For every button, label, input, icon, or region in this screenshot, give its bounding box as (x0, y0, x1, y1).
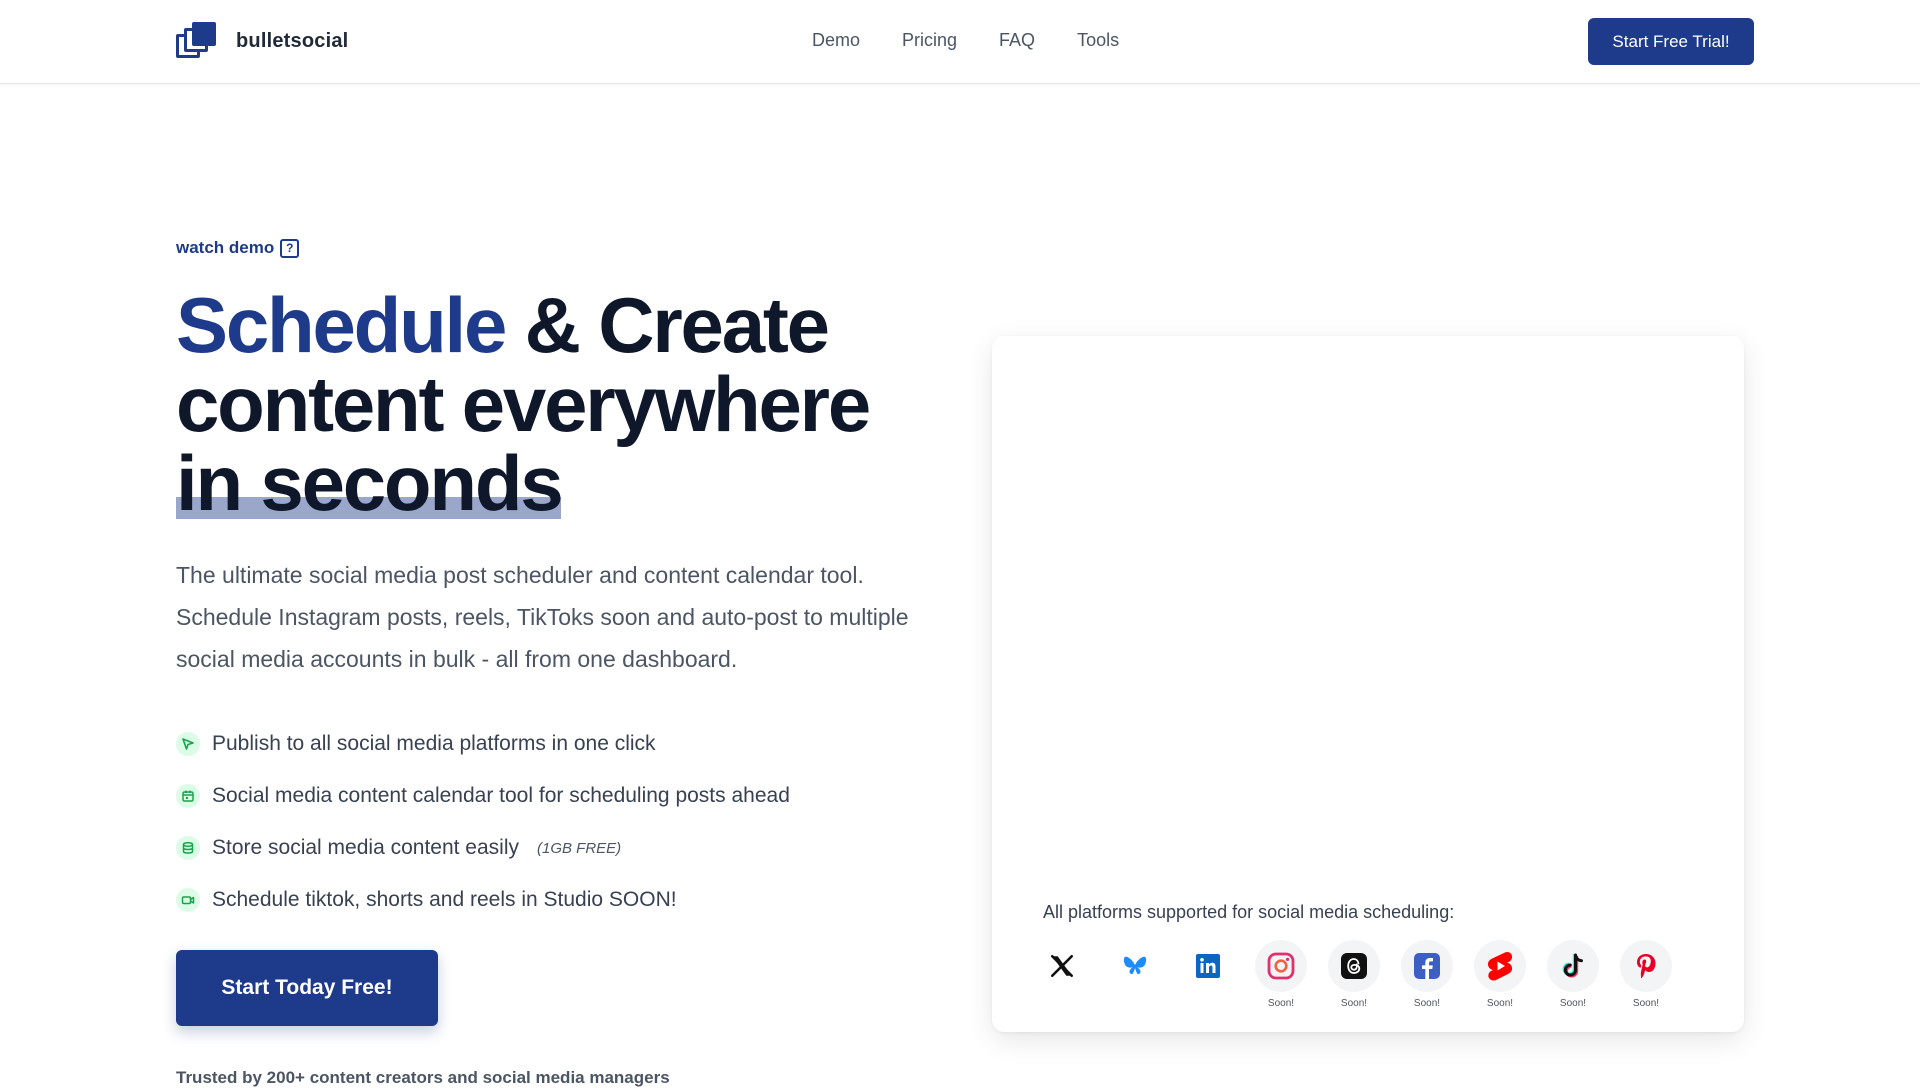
watch-demo-link[interactable]: watch demo ? (176, 238, 300, 258)
hero-headline: Schedule & Create content everywhere in … (176, 286, 956, 523)
platform-threads: Soon! (1328, 940, 1380, 1011)
platform-pinterest: Soon! (1620, 940, 1672, 1011)
feature-item: Publish to all social media platforms in… (176, 718, 790, 770)
nav-link-faq[interactable]: FAQ (999, 30, 1035, 51)
feature-text: Schedule tiktok, shorts and reels in Stu… (212, 888, 677, 911)
nav-link-pricing[interactable]: Pricing (902, 30, 957, 51)
pinterest-icon (1620, 940, 1672, 992)
feature-item: Social media content calendar tool for s… (176, 770, 790, 822)
platform-tiktok: Soon! (1547, 940, 1599, 1011)
top-navbar: bulletsocial Demo Pricing FAQ Tools Star… (0, 0, 1920, 84)
cursor-icon (176, 732, 200, 756)
nav-link-tools[interactable]: Tools (1077, 30, 1119, 51)
soon-label: Soon! (1340, 998, 1368, 1009)
facebook-icon (1401, 940, 1453, 992)
feature-item: Schedule tiktok, shorts and reels in Stu… (176, 874, 790, 926)
feature-text: Store social media content easily (212, 836, 519, 859)
platform-bluesky (1109, 940, 1161, 1011)
feature-list: Publish to all social media platforms in… (176, 718, 790, 926)
nav-link-demo[interactable]: Demo (812, 30, 860, 51)
start-today-free-button[interactable]: Start Today Free! (176, 950, 438, 1026)
start-free-trial-button[interactable]: Start Free Trial! (1588, 18, 1754, 65)
soon-label: Soon! (1267, 998, 1295, 1009)
platform-instagram: Soon! (1255, 940, 1307, 1011)
demo-video-card: All platforms supported for social media… (992, 336, 1744, 1032)
trusted-by-text: Trusted by 200+ content creators and soc… (176, 1068, 670, 1087)
x-icon (1036, 940, 1088, 992)
feature-text: Publish to all social media platforms in… (212, 732, 656, 755)
database-icon (176, 836, 200, 860)
bluesky-icon (1109, 940, 1161, 992)
feature-text: Social media content calendar tool for s… (212, 784, 790, 807)
brand-logo-icon (176, 22, 218, 60)
watch-demo-label: watch demo (176, 238, 275, 257)
platforms-label: All platforms supported for social media… (1043, 902, 1455, 922)
linkedin-icon (1182, 940, 1234, 992)
instagram-icon (1255, 940, 1307, 992)
demo-video-area[interactable] (992, 336, 1744, 876)
soon-label: Soon! (1413, 998, 1441, 1009)
feature-item: Store social media content easily (1GB F… (176, 822, 790, 874)
brand-home-link[interactable]: bulletsocial (176, 22, 348, 60)
platform-youtube-shorts: Soon! (1474, 940, 1526, 1011)
threads-icon (1328, 940, 1380, 992)
headline-highlight: in seconds (176, 439, 564, 527)
storage-note: (1GB FREE) (537, 839, 622, 857)
platform-linkedin (1182, 940, 1234, 1011)
headline-accent: Schedule (176, 281, 507, 369)
platform-list: Soon! Soon! Soon! Soon! Soon! Soon! (1036, 940, 1672, 1011)
tiktok-icon (1547, 940, 1599, 992)
question-mark-icon: ? (280, 238, 300, 258)
platform-x (1036, 940, 1088, 1011)
hero-subtext: The ultimate social media post scheduler… (176, 562, 909, 672)
video-icon (176, 888, 200, 912)
main-nav: Demo Pricing FAQ Tools (812, 30, 1119, 51)
platform-facebook: Soon! (1401, 940, 1453, 1011)
youtube-shorts-icon (1474, 940, 1526, 992)
soon-label: Soon! (1632, 998, 1660, 1009)
calendar-icon (176, 784, 200, 808)
brand-name: bulletsocial (236, 29, 349, 52)
soon-label: Soon! (1559, 998, 1587, 1009)
soon-label: Soon! (1486, 998, 1514, 1009)
